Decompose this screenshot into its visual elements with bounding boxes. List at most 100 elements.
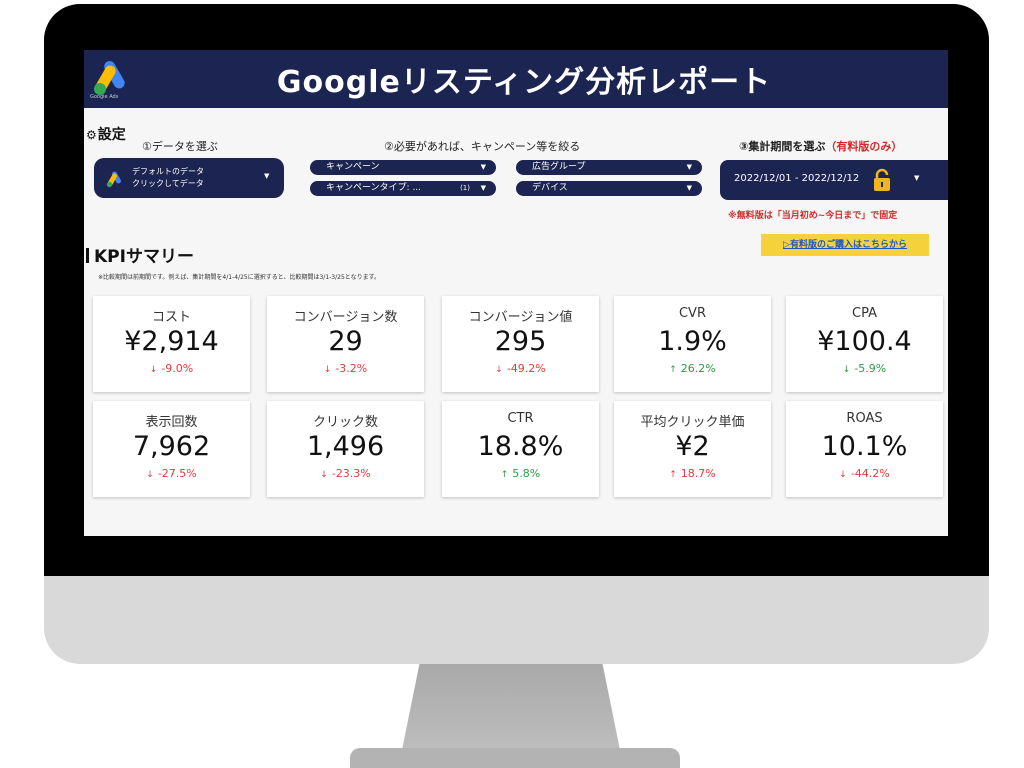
datasource-selector[interactable]: デフォルトのデータ クリックしてデータ ▼ [94, 158, 284, 198]
kpi-card-value: 7,962 [132, 431, 211, 462]
kpi-card-value: 1.9% [658, 326, 727, 357]
kpi-card-change-value: 18.7% [680, 467, 716, 480]
kpi-card-label: クリック数 [312, 415, 378, 430]
monitor-stand-foot [350, 748, 680, 768]
date-range-text: 2022/12/01 - 2022/12/12 [734, 173, 860, 184]
logo-label: Google Ads [90, 94, 119, 100]
kpi-card-change-value: -44.2% [850, 467, 890, 480]
datasource-line2: クリックしてデータ [132, 179, 204, 188]
report-header: Google Ads Googleリスティング分析レポート [84, 50, 948, 108]
kpi-card: コスト ¥2,914 ↓ -9.0% [93, 296, 250, 392]
kpi-card-label: CTR [507, 411, 534, 426]
kpi-card-label: 表示回数 [145, 415, 198, 430]
section-bar [86, 248, 89, 263]
kpi-card-change: ↓ -5.9% [786, 362, 943, 375]
chevron-down-icon: ▼ [480, 184, 486, 192]
ad-group-filter[interactable]: 広告グループ ▼ [516, 160, 702, 175]
arrow-down-icon: ↓ [146, 470, 154, 480]
kpi-card-change: ↑ 18.7% [614, 467, 771, 480]
kpi-note: ※比較期間は前期間です。例えば、集計期間を4/1-4/25に選択すると、比較期間… [98, 274, 380, 281]
datasource-line1: デフォルトのデータ [132, 167, 204, 176]
google-ads-logo-icon [106, 171, 121, 188]
arrow-down-icon: ↓ [320, 470, 328, 480]
kpi-card: コンバージョン数 29 ↓ -3.2% [267, 296, 424, 392]
purchase-link[interactable]: ▷有料版のご購入はこちらから [761, 234, 929, 256]
step3-label: ③集計期間を選ぶ（有料版のみ） [739, 138, 902, 154]
kpi-card-change-value: 26.2% [680, 362, 716, 375]
campaign-type-filter[interactable]: キャンペーンタイプ: ... (1) ▼ [310, 181, 496, 196]
kpi-card-value: ¥2,914 [124, 326, 219, 357]
settings-title-text: 設定 [97, 127, 126, 143]
filter-count-badge: (1) [460, 184, 470, 192]
chevron-down-icon: ▼ [264, 172, 270, 180]
monitor-stand-neck [402, 664, 620, 750]
kpi-card: 平均クリック単価 ¥2 ↑ 18.7% [614, 401, 771, 497]
kpi-card-change: ↑ 5.8% [442, 467, 599, 480]
chevron-down-icon: ▼ [686, 163, 692, 171]
kpi-card: クリック数 1,496 ↓ -23.3% [267, 401, 424, 497]
step2-label: ②必要があれば、キャンペーン等を絞る [384, 140, 581, 153]
device-filter-label: デバイス [532, 183, 568, 193]
gear-icon: ⚙ [86, 128, 97, 142]
kpi-card-change: ↓ -44.2% [786, 467, 943, 480]
step3-label-text: ③集計期間を選ぶ [739, 140, 826, 153]
kpi-card-label: コスト [151, 310, 191, 325]
arrow-down-icon: ↓ [149, 365, 158, 375]
kpi-section-title: KPIサマリー [86, 242, 194, 267]
kpi-card: ROAS 10.1% ↓ -44.2% [786, 401, 943, 497]
chevron-down-icon: ▼ [914, 174, 920, 182]
kpi-card: 表示回数 7,962 ↓ -27.5% [93, 401, 250, 497]
kpi-card-label: CPA [852, 306, 877, 321]
kpi-card-value: 295 [494, 326, 547, 357]
kpi-card-change: ↓ -9.0% [93, 362, 250, 375]
kpi-card-value: ¥2 [675, 431, 710, 462]
kpi-card: CTR 18.8% ↑ 5.8% [442, 401, 599, 497]
kpi-card-change: ↓ -49.2% [442, 362, 599, 375]
kpi-card-label: CVR [678, 306, 706, 321]
lock-icon [874, 168, 890, 191]
kpi-card-value: 10.1% [821, 431, 908, 462]
kpi-card: CPA ¥100.4 ↓ -5.9% [786, 296, 943, 392]
kpi-card-change: ↓ -23.3% [267, 467, 424, 480]
campaign-type-filter-label: キャンペーンタイプ: ... [326, 183, 422, 193]
kpi-card-label: コンバージョン数 [293, 310, 398, 325]
kpi-card-change-value: -23.3% [331, 467, 371, 480]
campaign-filter[interactable]: キャンペーン ▼ [310, 160, 496, 175]
kpi-card-change-value: -3.2% [335, 362, 368, 375]
arrow-up-icon: ↑ [500, 470, 509, 480]
free-version-note: ※無料版は「当月初め~今日まで」で固定 [728, 211, 898, 221]
kpi-card-value: 29 [328, 326, 363, 357]
kpi-card-change: ↓ -27.5% [93, 467, 250, 480]
kpi-card-label: コンバージョン値 [468, 310, 573, 325]
step1-label: ①データを選ぶ [142, 140, 218, 153]
kpi-title-text: KPIサマリー [94, 247, 194, 267]
kpi-card-value: ¥100.4 [817, 326, 912, 357]
kpi-card-change-value: -49.2% [506, 362, 546, 375]
report-screen: Google Ads Googleリスティング分析レポート ⚙設定 ①データを選… [84, 50, 948, 536]
arrow-down-icon: ↓ [839, 470, 847, 480]
kpi-card-label: 平均クリック単価 [640, 415, 745, 430]
arrow-down-icon: ↓ [495, 365, 503, 375]
arrow-up-icon: ↑ [669, 470, 677, 480]
ad-group-filter-label: 広告グループ [532, 162, 586, 172]
arrow-down-icon: ↓ [842, 365, 851, 375]
page-title: Googleリスティング分析レポート [276, 65, 772, 100]
campaign-filter-label: キャンペーン [326, 162, 380, 172]
chevron-down-icon: ▼ [686, 184, 692, 192]
kpi-card-value: 18.8% [477, 431, 564, 462]
kpi-card-change-value: -9.0% [161, 362, 194, 375]
kpi-card-label: ROAS [846, 411, 883, 426]
kpi-card: CVR 1.9% ↑ 26.2% [614, 296, 771, 392]
date-range-selector[interactable]: 2022/12/01 - 2022/12/12 ▼ [720, 160, 948, 200]
kpi-card-change-value: -5.9% [854, 362, 887, 375]
kpi-card-change-value: -27.5% [157, 467, 197, 480]
kpi-card-change-value: 5.8% [512, 467, 541, 480]
kpi-card-value: 1,496 [306, 431, 385, 462]
kpi-card-change: ↑ 26.2% [614, 362, 771, 375]
datasource-text: デフォルトのデータ クリックしてデータ [132, 166, 204, 190]
kpi-card-change: ↓ -3.2% [267, 362, 424, 375]
paid-only-label: （有料版のみ） [825, 140, 903, 153]
chevron-down-icon: ▼ [480, 163, 486, 171]
device-filter[interactable]: デバイス ▼ [516, 181, 702, 196]
arrow-up-icon: ↑ [669, 365, 677, 375]
